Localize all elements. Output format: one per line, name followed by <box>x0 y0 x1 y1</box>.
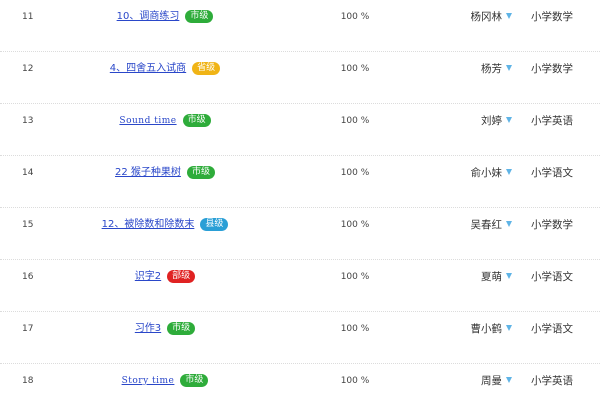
completion-rate: 100 % <box>340 272 370 282</box>
row-number: 16 <box>22 272 34 282</box>
course-title-link[interactable]: 10、调商练习 <box>117 11 180 22</box>
teacher-cell: 夏萌 <box>450 260 512 312</box>
course-table: 11 10、调商练习 市级 100 % 杨冈林 小学数学 12 4、四舍五入试商省… <box>0 0 600 400</box>
table-row: 16 识字2 部级 100 % 夏萌 小学语文 <box>0 260 600 312</box>
teacher-name: 周曼 <box>481 375 502 387</box>
course-title-link[interactable]: Story time <box>122 376 175 386</box>
row-number: 11 <box>22 12 34 22</box>
title-cell: 识字2 部级 <box>50 260 280 312</box>
title-cell: Story time 市级 <box>50 364 280 400</box>
filter-icon[interactable] <box>506 65 512 71</box>
teacher-cell: 周曼 <box>450 364 512 400</box>
filter-icon[interactable] <box>506 169 512 175</box>
filter-icon[interactable] <box>506 377 512 383</box>
teacher-cell: 刘婷 <box>450 104 512 156</box>
row-number: 14 <box>22 168 34 178</box>
teacher-name: 杨芳 <box>481 63 502 75</box>
completion-rate: 100 % <box>340 324 370 334</box>
level-badge: 县级 <box>200 218 229 231</box>
completion-rate: 100 % <box>340 376 370 386</box>
completion-rate: 100 % <box>340 64 370 74</box>
course-title-link[interactable]: 习作3 <box>135 323 161 334</box>
teacher-cell: 杨冈林 <box>450 0 512 52</box>
title-cell: 习作3 市级 <box>50 312 280 364</box>
subject-label: 小学语文 <box>531 323 573 335</box>
subject-label: 小学语文 <box>531 271 573 283</box>
title-cell: 10、调商练习 市级 <box>50 0 280 52</box>
teacher-cell: 曹小鹤 <box>450 312 512 364</box>
course-title-link[interactable]: 22 猴子种果树 <box>115 167 181 178</box>
subject-label: 小学英语 <box>531 115 573 127</box>
table-row: 15 12、被除数和除数末 县级 100 % 吴春红 小学数学 <box>0 208 600 260</box>
level-badge: 市级 <box>180 374 209 387</box>
completion-rate: 100 % <box>340 116 370 126</box>
course-title-link[interactable]: 4、四舍五入试商 <box>110 63 186 74</box>
course-title-link[interactable]: Sound time <box>119 116 176 126</box>
title-cell: 12、被除数和除数末 县级 <box>50 208 280 260</box>
level-badge: 市级 <box>182 114 211 127</box>
completion-rate: 100 % <box>340 12 370 22</box>
teacher-name: 夏萌 <box>481 271 502 283</box>
subject-label: 小学数学 <box>531 63 573 75</box>
table-row: 14 22 猴子种果树 市级 100 % 俞小妹 小学语文 <box>0 156 600 208</box>
row-number: 12 <box>22 64 34 74</box>
teacher-name: 吴春红 <box>470 219 503 231</box>
filter-icon[interactable] <box>506 273 512 279</box>
level-badge: 市级 <box>185 10 214 23</box>
row-number: 15 <box>22 220 34 230</box>
table-row: 18 Story time 市级 100 % 周曼 小学英语 <box>0 364 600 400</box>
table-row: 17 习作3 市级 100 % 曹小鹤 小学语文 <box>0 312 600 364</box>
level-badge: 部级 <box>167 270 196 283</box>
subject-label: 小学英语 <box>531 375 573 387</box>
teacher-name: 刘婷 <box>481 115 502 127</box>
filter-icon[interactable] <box>506 117 512 123</box>
teacher-cell: 吴春红 <box>450 208 512 260</box>
table-row: 13 Sound time 市级 100 % 刘婷 小学英语 <box>0 104 600 156</box>
course-title-link[interactable]: 识字2 <box>135 271 161 282</box>
teacher-name: 曹小鹤 <box>470 323 503 335</box>
level-badge: 市级 <box>167 322 196 335</box>
teacher-name: 杨冈林 <box>470 11 503 23</box>
subject-label: 小学数学 <box>531 219 573 231</box>
level-badge: 市级 <box>186 166 215 179</box>
teacher-cell: 杨芳 <box>450 52 512 104</box>
teacher-name: 俞小妹 <box>470 167 503 179</box>
filter-icon[interactable] <box>506 325 512 331</box>
course-title-link[interactable]: 12、被除数和除数末 <box>102 219 195 230</box>
title-cell: 22 猴子种果树 市级 <box>50 156 280 208</box>
teacher-cell: 俞小妹 <box>450 156 512 208</box>
filter-icon[interactable] <box>506 13 512 19</box>
completion-rate: 100 % <box>340 220 370 230</box>
subject-label: 小学数学 <box>531 11 573 23</box>
row-number: 17 <box>22 324 34 334</box>
level-badge: 省级 <box>192 62 221 75</box>
title-cell: Sound time 市级 <box>50 104 280 156</box>
filter-icon[interactable] <box>506 221 512 227</box>
row-number: 13 <box>22 116 34 126</box>
title-cell: 4、四舍五入试商 省级 <box>50 52 280 104</box>
subject-label: 小学语文 <box>531 167 573 179</box>
completion-rate: 100 % <box>340 168 370 178</box>
table-row: 12 4、四舍五入试商 省级 100 % 杨芳 小学数学 <box>0 52 600 104</box>
row-number: 18 <box>22 376 34 386</box>
table-row: 11 10、调商练习 市级 100 % 杨冈林 小学数学 <box>0 0 600 52</box>
